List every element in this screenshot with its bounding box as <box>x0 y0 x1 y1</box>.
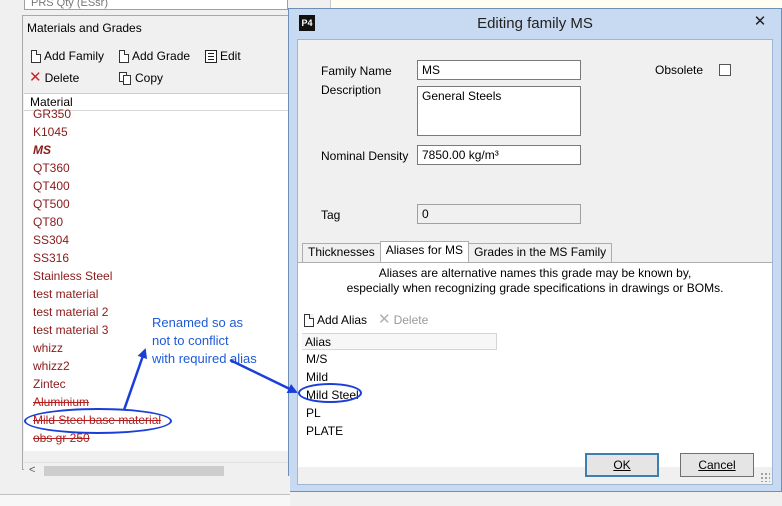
tab-strip: Thicknesses Aliases for MS Grades in the… <box>302 241 613 263</box>
material-list-item[interactable]: GR350 <box>24 105 288 123</box>
material-list-item[interactable]: QT360 <box>24 159 288 177</box>
delete-alias-label: Delete <box>393 313 429 327</box>
edit-icon <box>205 49 217 63</box>
tab-grades[interactable]: Grades in the MS Family <box>468 243 613 262</box>
add-alias-label: Add Alias <box>317 313 368 327</box>
tag-field[interactable]: 0 <box>417 204 581 224</box>
dialog-title: Editing family MS <box>477 15 593 32</box>
bottom-bar <box>0 476 290 506</box>
alias-table[interactable]: Alias M/S Mild Mild Steel PL PLATE <box>302 333 762 463</box>
add-family-button[interactable]: Add Family <box>31 49 104 63</box>
family-name-field[interactable]: MS <box>417 60 581 80</box>
add-family-label: Add Family <box>44 49 105 63</box>
status-bar <box>0 494 290 506</box>
nominal-density-label: Nominal Density <box>321 149 409 163</box>
annotation-line: Renamed so as <box>152 315 244 330</box>
material-list-item[interactable]: Stainless Steel <box>24 267 288 285</box>
materials-list[interactable]: Material GR350 K1045 MS QT360 QT400 QT500 QT80… <box>24 93 288 451</box>
copy-icon <box>119 71 132 85</box>
description-field[interactable]: General Steels <box>417 86 581 136</box>
description-label: Description <box>321 83 382 97</box>
material-list-item[interactable]: QT400 <box>24 177 288 195</box>
aliases-info-text: Aliases are alternative names this grade… <box>298 266 772 296</box>
info-line: Aliases are alternative names this grade… <box>378 266 692 280</box>
nominal-density-field[interactable]: 7850.00 kg/m³ <box>417 145 581 165</box>
obsolete-label: Obsolete <box>655 63 704 77</box>
ok-label: OK <box>613 458 631 472</box>
edit-button[interactable]: Edit <box>205 49 241 63</box>
alias-column-header[interactable]: Alias <box>302 333 497 350</box>
edit-label: Edit <box>220 49 241 63</box>
copy-button[interactable]: Copy <box>119 71 163 85</box>
material-list-item[interactable]: SS304 <box>24 231 288 249</box>
tree-item[interactable]: PRS Qty (ESsr) <box>24 0 288 10</box>
close-icon[interactable]: ✕ <box>751 13 769 31</box>
annotation-note: Renamed so as not to conflict with requi… <box>152 314 282 368</box>
add-grade-label: Add Grade <box>132 49 191 63</box>
annotation-line: with required alias <box>152 351 257 366</box>
info-line: especially when recognizing grade specif… <box>346 281 724 295</box>
ok-button[interactable]: OK <box>585 453 659 477</box>
obsolete-checkbox[interactable] <box>719 64 731 76</box>
family-name-label: Family Name <box>321 64 392 78</box>
scroll-left-icon[interactable]: < <box>29 464 35 476</box>
dialog-titlebar[interactable]: P4 Editing family MS ✕ <box>289 9 781 37</box>
material-list-item[interactable]: QT80 <box>24 213 288 231</box>
resize-grip-icon[interactable] <box>760 472 770 482</box>
highlight-ellipse-material <box>24 408 172 434</box>
alias-row[interactable]: PLATE <box>302 422 762 440</box>
highlight-ellipse-alias <box>298 383 362 403</box>
panel-title: Materials and Grades <box>27 21 142 35</box>
alias-row[interactable]: M/S <box>302 350 762 368</box>
add-alias-button[interactable]: Add Alias <box>304 313 367 327</box>
delete-button[interactable]: ✕ Delete <box>29 69 80 86</box>
tab-thicknesses[interactable]: Thicknesses <box>302 243 381 262</box>
dialog-body: Family Name MS Obsolete Description Gene… <box>297 39 773 485</box>
new-document-icon <box>31 49 41 63</box>
new-document-icon <box>119 49 129 63</box>
scroll-thumb[interactable] <box>44 466 224 476</box>
material-list-item[interactable]: test material <box>24 285 288 303</box>
cancel-label: Cancel <box>698 458 736 472</box>
materials-panel: Materials and Grades Add Family Add Grad… <box>22 15 290 479</box>
new-document-icon <box>304 313 314 327</box>
alias-row[interactable]: Mild <box>302 368 762 386</box>
delete-icon: ✕ <box>29 69 42 86</box>
delete-alias-button[interactable]: ✕ Delete <box>378 311 429 328</box>
copy-label: Copy <box>135 71 164 85</box>
delete-icon: ✕ <box>378 311 391 328</box>
annotation-line: not to conflict <box>152 333 229 348</box>
material-list-item[interactable]: Zintec <box>24 375 288 393</box>
list-body: GR350 K1045 MS QT360 QT400 QT500 QT80 SS304 SS31… <box>24 105 288 447</box>
cancel-button[interactable]: Cancel <box>680 453 754 477</box>
tab-aliases[interactable]: Aliases for MS <box>379 241 470 262</box>
alias-row[interactable]: Mild Steel <box>302 386 762 404</box>
edit-family-dialog: P4 Editing family MS ✕ Family Name MS Ob… <box>288 8 782 492</box>
delete-label: Delete <box>44 71 80 85</box>
add-grade-button[interactable]: Add Grade <box>119 49 190 63</box>
alias-row[interactable]: PL <box>302 404 762 422</box>
material-list-item[interactable]: QT500 <box>24 195 288 213</box>
material-list-item[interactable]: MS <box>24 141 288 159</box>
material-list-item[interactable]: Aluminium <box>24 393 288 411</box>
material-list-item[interactable]: K1045 <box>24 123 288 141</box>
tag-label: Tag <box>321 208 341 222</box>
aliases-tab-page: Aliases are alternative names this grade… <box>298 262 772 467</box>
material-list-item[interactable]: SS316 <box>24 249 288 267</box>
